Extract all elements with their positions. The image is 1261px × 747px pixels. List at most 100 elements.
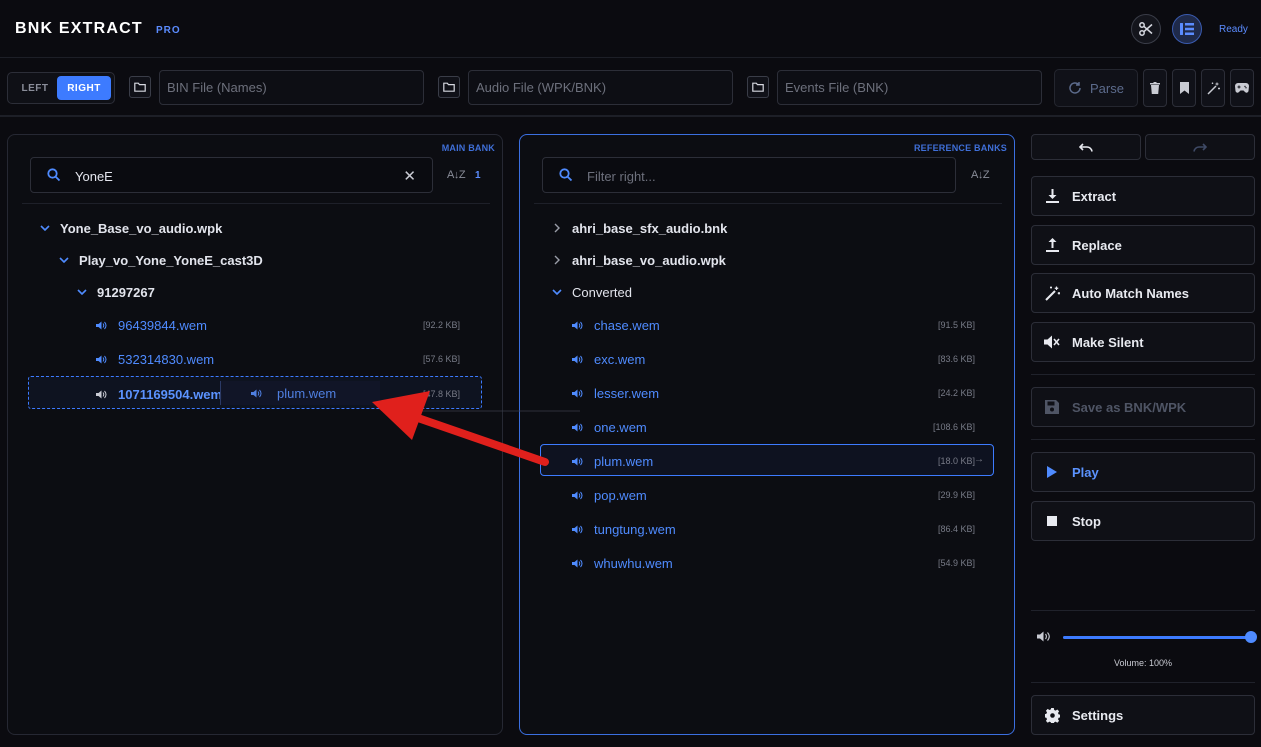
redo-button[interactable]: [1145, 134, 1255, 160]
save-as-button[interactable]: Save as BNK/WPK: [1031, 387, 1255, 427]
volume-fill: [1063, 636, 1251, 639]
list-item[interactable]: lesser.wem: [570, 382, 659, 404]
app-title: BNK EXTRACT: [15, 20, 143, 37]
bin-file-input[interactable]: [159, 70, 424, 105]
list-item[interactable]: exc.wem: [570, 348, 645, 370]
file-name: 1071169504.wem: [118, 386, 223, 402]
right-filter-input[interactable]: [587, 166, 887, 186]
chevron-down-icon: [57, 257, 71, 263]
divider: [1031, 682, 1255, 683]
left-search-input[interactable]: [75, 166, 375, 186]
tree-folder-node[interactable]: ahri_base_vo_audio.wpk: [550, 249, 726, 271]
parse-label: Parse: [1090, 80, 1124, 96]
folder-label: ahri_base_sfx_audio.bnk: [572, 220, 728, 236]
speaker-icon: [570, 321, 584, 330]
list-item[interactable]: one.wem: [570, 416, 647, 438]
tree-event-node[interactable]: Play_vo_Yone_YoneE_cast3D: [57, 249, 263, 271]
tree-bank-node[interactable]: Yone_Base_vo_audio.wpk: [38, 217, 222, 239]
file-size: [54.9 KB]: [937, 558, 975, 568]
make-silent-button[interactable]: Make Silent: [1031, 322, 1255, 362]
list-item[interactable]: pop.wem: [570, 484, 647, 506]
layout-toggle-button[interactable]: [1172, 14, 1202, 44]
events-file-input[interactable]: [777, 70, 1042, 105]
right-sort-button[interactable]: A↓Z: [971, 169, 990, 181]
folder-label: ahri_base_vo_audio.wpk: [572, 252, 726, 268]
file-name: 96439844.wem: [118, 317, 207, 333]
events-browse-button[interactable]: [747, 76, 769, 98]
volume-handle[interactable]: [1245, 631, 1257, 643]
scissors-button[interactable]: [1131, 14, 1161, 44]
gamepad-button[interactable]: [1230, 69, 1254, 107]
side-toggle: LEFT RIGHT: [7, 72, 115, 104]
reference-banks-tag: REFERENCE BANKS: [913, 143, 1007, 153]
trash-icon: [1150, 82, 1160, 94]
layout-icon: [1180, 23, 1194, 35]
divider: [1031, 374, 1255, 375]
list-item[interactable]: 532314830.wem: [94, 348, 214, 370]
list-item[interactable]: chase.wem: [570, 314, 660, 336]
file-name: one.wem: [594, 419, 647, 435]
side-left-button[interactable]: LEFT: [12, 76, 58, 100]
file-size: [83.6 KB]: [937, 354, 975, 364]
folder-icon: [443, 82, 455, 92]
tree-id-node[interactable]: 91297267: [75, 281, 155, 303]
tree-folder-node[interactable]: Converted: [550, 281, 632, 303]
upload-icon: [1044, 238, 1060, 252]
parse-button[interactable]: Parse: [1054, 69, 1138, 107]
redo-icon: [1193, 142, 1207, 152]
speaker-icon: [249, 389, 263, 398]
drag-ghost: plum.wem: [220, 381, 380, 405]
clear-search-icon[interactable]: ✕: [403, 167, 416, 185]
divider: [534, 203, 1002, 204]
save-as-label: Save as BNK/WPK: [1072, 399, 1187, 415]
file-size: [86.4 KB]: [937, 524, 975, 534]
play-icon: [1044, 466, 1060, 478]
tree-folder-node[interactable]: ahri_base_sfx_audio.bnk: [550, 217, 727, 239]
file-size: [92.2 KB]: [423, 320, 461, 330]
settings-button[interactable]: Settings: [1031, 695, 1255, 735]
bookmark-icon: [1179, 82, 1189, 94]
speaker-icon: [570, 423, 584, 432]
play-label: Play: [1072, 464, 1099, 480]
auto-match-names-button[interactable]: Auto Match Names: [1031, 273, 1255, 313]
list-item[interactable]: 1071169504.wem: [94, 383, 222, 405]
list-item[interactable]: 96439844.wem: [94, 314, 207, 336]
tree-bank-label: Yone_Base_vo_audio.wpk: [60, 220, 223, 236]
main-bank-tag: MAIN BANK: [441, 143, 495, 153]
bin-browse-button[interactable]: [129, 76, 151, 98]
volume-slider[interactable]: [1063, 636, 1251, 639]
play-button[interactable]: Play: [1031, 452, 1255, 492]
list-item[interactable]: tungtung.wem: [570, 518, 676, 540]
tree-id-label: 91297267: [97, 284, 155, 300]
chevron-right-icon: [550, 255, 564, 265]
clear-button[interactable]: [1143, 69, 1167, 107]
left-sort-button[interactable]: A↓Z: [447, 169, 466, 181]
audio-browse-button[interactable]: [438, 76, 460, 98]
audio-file-input[interactable]: [468, 70, 733, 105]
bookmark-button[interactable]: [1172, 69, 1196, 107]
folder-icon: [134, 82, 146, 92]
stop-button[interactable]: Stop: [1031, 501, 1255, 541]
file-size: [57.6 KB]: [423, 354, 461, 364]
mute-icon: [1044, 335, 1060, 349]
divider: [1031, 439, 1255, 440]
match-count: 1: [475, 170, 481, 181]
chevron-down-icon: [550, 289, 564, 295]
replace-label: Replace: [1072, 237, 1122, 253]
wand-button[interactable]: [1201, 69, 1225, 107]
list-item[interactable]: plum.wem: [570, 450, 653, 472]
speaker-icon: [94, 355, 108, 364]
chevron-right-icon: [550, 223, 564, 233]
undo-button[interactable]: [1031, 134, 1141, 160]
search-icon: [47, 168, 61, 182]
file-name: whuwhu.wem: [594, 555, 673, 571]
make-silent-label: Make Silent: [1072, 334, 1144, 350]
list-item[interactable]: whuwhu.wem: [570, 552, 673, 574]
replace-button[interactable]: Replace: [1031, 225, 1255, 265]
extract-button[interactable]: Extract: [1031, 176, 1255, 216]
side-right-button[interactable]: RIGHT: [57, 76, 111, 100]
download-icon: [1044, 189, 1060, 203]
refresh-icon: [1068, 81, 1082, 95]
wand-icon: [1206, 82, 1220, 95]
file-size: [18.0 KB]: [937, 456, 975, 466]
